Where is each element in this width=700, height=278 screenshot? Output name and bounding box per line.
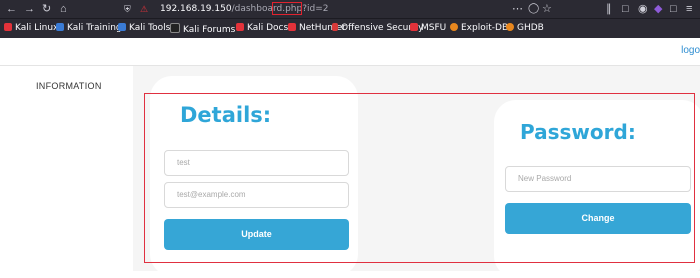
kali-icon <box>4 23 12 31</box>
shield-icon[interactable]: ⛨ <box>124 2 131 16</box>
url-query: ?id=2 <box>302 4 329 14</box>
bookmark-kali-forums[interactable]: Kali Forums <box>170 23 235 35</box>
nethunter-icon <box>288 23 296 31</box>
bookmark-label: Kali Docs <box>247 23 289 33</box>
pocket-icon[interactable]: ◯ <box>528 2 539 16</box>
msfu-icon <box>410 23 418 31</box>
bookmarks-bar: Kali Linux Kali Training Kali Tools Kali… <box>0 18 700 39</box>
ghdb-icon <box>506 23 514 31</box>
bookmark-label: MSFU <box>421 23 447 33</box>
kali-forums-icon <box>170 23 180 33</box>
url-query-highlight <box>272 2 302 15</box>
account-icon[interactable]: ◉ <box>638 2 648 16</box>
more-icon[interactable]: ⋯ <box>512 2 523 16</box>
insecure-lock-icon[interactable]: ⚠ <box>140 2 148 16</box>
site-header <box>0 38 700 66</box>
bookmark-label: GHDB <box>517 23 544 33</box>
extension-icon[interactable]: ◆ <box>654 2 662 16</box>
bookmark-kali-training[interactable]: Kali Training <box>56 23 122 33</box>
logout-link[interactable]: logo <box>681 45 700 56</box>
home-icon[interactable]: ⌂ <box>60 2 67 16</box>
sidebar: INFORMATION <box>0 66 133 271</box>
bookmark-label: Exploit-DB <box>461 23 509 33</box>
bookmark-msfu[interactable]: MSFU <box>410 23 446 33</box>
menu-icon[interactable]: ≡ <box>686 2 692 16</box>
highlight-box <box>144 93 695 263</box>
library-icon[interactable]: ∥ <box>606 2 612 16</box>
kali-training-icon <box>56 23 64 31</box>
bookmark-kali-tools[interactable]: Kali Tools <box>118 23 170 33</box>
back-icon[interactable]: ← <box>6 2 17 16</box>
browser-toolbar: ← → ↻ ⌂ ⛨ ⚠ 192.168.19.150/dashboard.php… <box>0 0 700 18</box>
bookmark-ghdb[interactable]: GHDB <box>506 23 544 33</box>
url-bar[interactable]: 192.168.19.150/dashboard.php?id=2 <box>160 4 328 14</box>
bookmark-kali-linux[interactable]: Kali Linux <box>4 23 58 33</box>
reload-icon[interactable]: ↻ <box>42 2 51 16</box>
exploit-db-icon <box>450 23 458 31</box>
bookmark-label: Kali Forums <box>183 25 236 35</box>
url-host: 192.168.19.150 <box>160 4 232 14</box>
bookmark-exploit-db[interactable]: Exploit-DB <box>450 23 508 33</box>
kali-docs-icon <box>236 23 244 31</box>
forward-icon[interactable]: → <box>24 2 35 16</box>
offsec-icon <box>332 23 338 31</box>
sidebar-item-information[interactable]: INFORMATION <box>36 81 102 91</box>
bookmark-label: Kali Training <box>67 23 122 33</box>
extensions-icon[interactable]: □ <box>670 2 677 16</box>
bookmark-label: Kali Tools <box>129 23 171 33</box>
bookmark-kali-docs[interactable]: Kali Docs <box>236 23 288 33</box>
sidebar-icon[interactable]: □ <box>622 2 629 16</box>
kali-tools-icon <box>118 23 126 31</box>
star-icon[interactable]: ☆ <box>542 2 552 16</box>
bookmark-label: Kali Linux <box>15 23 59 33</box>
